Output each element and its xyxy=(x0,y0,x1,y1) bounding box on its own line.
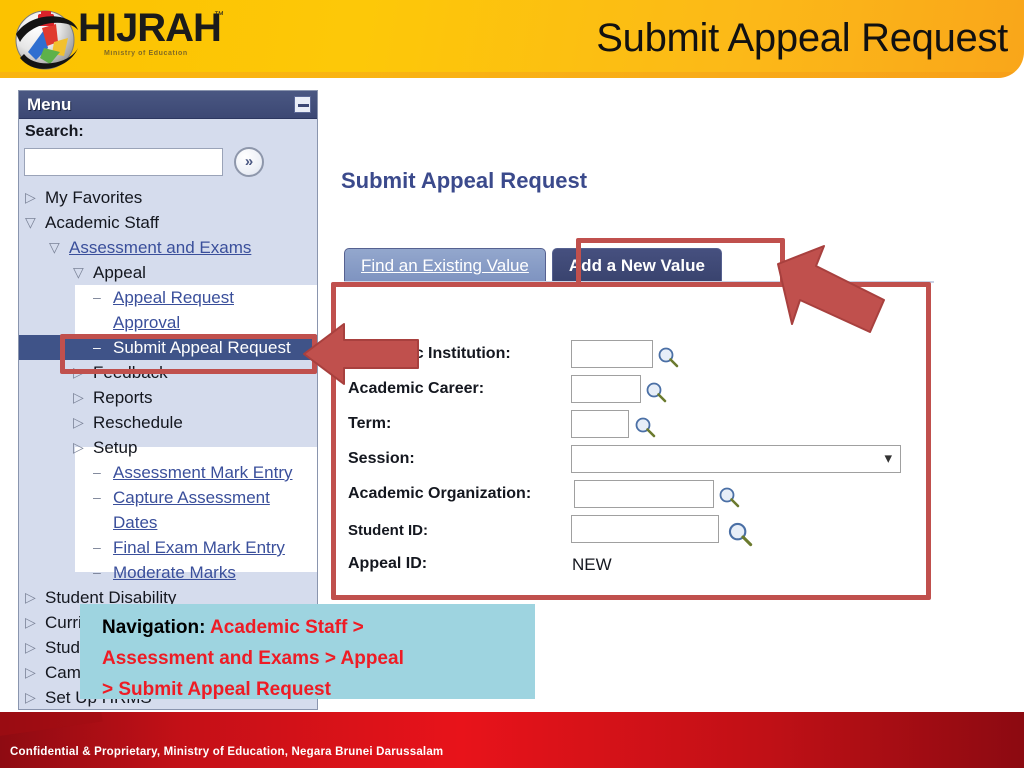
menu-item-reports[interactable]: ▷ Reports xyxy=(19,385,317,410)
menu-item-label: My Favorites xyxy=(45,188,143,207)
menu-item-label: Assessment and Exams xyxy=(69,238,252,257)
collapsed-arrow-icon: ▷ xyxy=(25,639,36,655)
callout-prefix: Navigation: xyxy=(102,617,211,638)
menu-item-label: Reports xyxy=(93,388,153,407)
header-banner: HIJRAH ™ Ministry of Education Submit Ap… xyxy=(0,0,1024,78)
collapsed-arrow-icon: ▷ xyxy=(25,614,36,630)
logo-tagline: Ministry of Education xyxy=(104,50,188,57)
menu-item-assessment-and-exams[interactable]: ▽ Assessment and Exams xyxy=(19,235,317,260)
arrow-pointing-left xyxy=(303,323,419,385)
collapsed-arrow-icon: ▷ xyxy=(73,389,84,405)
collapsed-arrow-icon: ▷ xyxy=(25,664,36,680)
menu-item-label: Assessment Mark Entry xyxy=(113,463,293,482)
menu-item-assessment-mark-entry[interactable]: – Assessment Mark Entry xyxy=(19,460,317,485)
double-chevron-right-icon[interactable]: » xyxy=(234,147,264,177)
globe-sphere-logo-icon xyxy=(15,10,78,70)
footer-bar: Confidential & Proprietary, Ministry of … xyxy=(0,712,1024,768)
arrow-pointing-up-left xyxy=(777,245,885,333)
expanded-arrow-icon: ▽ xyxy=(49,239,60,255)
menu-item-final-exam-mark-entry[interactable]: – Final Exam Mark Entry xyxy=(19,535,317,560)
dash-icon: – xyxy=(93,464,101,480)
tab-find-label: Find an Existing Value xyxy=(361,256,529,275)
callout-path-part-2: Assessment and Exams > Appeal xyxy=(102,648,404,669)
search-input[interactable] xyxy=(24,148,223,176)
slide-canvas: HIJRAH ™ Ministry of Education Submit Ap… xyxy=(0,0,1024,768)
footer-text: Confidential & Proprietary, Ministry of … xyxy=(10,746,444,758)
menu-title: Menu xyxy=(27,95,72,114)
logo-wordmark: HIJRAH xyxy=(78,6,222,50)
menu-item-capture-assessment-dates[interactable]: – Capture Assessment Dates xyxy=(19,485,317,535)
menu-item-label: Appeal Request xyxy=(113,288,234,307)
menu-item-moderate-marks[interactable]: – Moderate Marks xyxy=(19,560,317,585)
callout-line-1: Navigation: Academic Staff > xyxy=(102,612,523,643)
dash-icon: – xyxy=(93,289,101,305)
menu-item-my-favorites[interactable]: ▷ My Favorites xyxy=(19,185,317,210)
menu-item-label: Final Exam Mark Entry xyxy=(113,538,285,557)
page-title: Submit Appeal Request xyxy=(341,168,588,193)
menu-item-reschedule[interactable]: ▷ Reschedule xyxy=(19,410,317,435)
menu-item-label: Academic Staff xyxy=(45,213,160,232)
highlight-box-menu-item xyxy=(60,334,317,374)
callout-path-part-1: Academic Staff > xyxy=(210,617,364,638)
callout-path-part-3: > Submit Appeal Request xyxy=(102,679,331,700)
collapsed-arrow-icon: ▷ xyxy=(25,189,36,205)
menu-item-label: Moderate Marks xyxy=(113,563,236,582)
menu-item-label-wrap: Approval xyxy=(113,313,181,332)
menu-item-label: Setup xyxy=(93,438,138,457)
collapsed-arrow-icon: ▷ xyxy=(73,414,84,430)
collapsed-arrow-icon: ▷ xyxy=(73,439,84,455)
menu-item-label: Appeal xyxy=(93,263,146,282)
expanded-arrow-icon: ▽ xyxy=(73,264,84,280)
collapsed-arrow-icon: ▷ xyxy=(25,689,36,705)
menu-item-label: Capture Assessment xyxy=(113,488,270,507)
menu-item-appeal[interactable]: ▽ Appeal xyxy=(19,260,317,285)
menu-item-setup[interactable]: ▷ Setup xyxy=(19,435,317,460)
expanded-arrow-icon: ▽ xyxy=(25,214,36,230)
dash-icon: – xyxy=(93,489,101,505)
minus-icon[interactable] xyxy=(294,96,311,113)
collapsed-arrow-icon: ▷ xyxy=(25,589,36,605)
highlight-box-add-new-value-tab xyxy=(576,238,785,287)
menu-item-academic-staff[interactable]: ▽ Academic Staff xyxy=(19,210,317,235)
dash-icon: – xyxy=(93,539,101,555)
page-header-title: Submit Appeal Request xyxy=(596,16,1008,60)
logo-trademark: ™ xyxy=(214,10,224,21)
search-label: Search: xyxy=(25,123,84,140)
navigation-callout: Navigation: Academic Staff > Assessment … xyxy=(80,604,535,700)
tab-find-an-existing-value[interactable]: Find an Existing Value xyxy=(344,248,546,282)
menu-item-label-wrap: Dates xyxy=(113,513,158,532)
hijrah-logo: HIJRAH ™ Ministry of Education xyxy=(6,2,256,78)
dash-icon: – xyxy=(93,564,101,580)
menu-titlebar: Menu xyxy=(19,91,317,119)
menu-item-appeal-request-approval[interactable]: – Appeal Request Approval xyxy=(19,285,317,335)
menu-item-label: Reschedule xyxy=(93,413,183,432)
